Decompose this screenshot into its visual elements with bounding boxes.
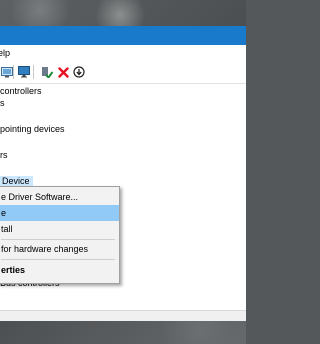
uninstall-icon[interactable] (56, 65, 70, 79)
toolbar-separator (33, 65, 34, 79)
menu-item-label: for hardware changes (1, 244, 89, 254)
menu-item-disable[interactable]: e (0, 205, 119, 221)
title-bar[interactable] (0, 26, 246, 45)
menu-item-scan-hardware[interactable]: for hardware changes (0, 241, 119, 257)
monitor-icon[interactable] (17, 65, 31, 79)
menu-help[interactable]: elp (0, 48, 10, 58)
menu-separator (1, 259, 115, 260)
tree-item[interactable]: rs (0, 148, 8, 162)
toolbar (0, 62, 246, 84)
update-driver-icon[interactable] (72, 65, 86, 79)
tree-item[interactable]: controllers (0, 84, 42, 98)
computer-icon[interactable] (0, 65, 14, 79)
menu-item-label: tall (1, 224, 13, 234)
menu-separator (1, 239, 115, 240)
tree-item[interactable]: s (0, 96, 5, 110)
toolbar-separator (13, 65, 14, 79)
menu-item-label: erties (1, 265, 26, 275)
menu-item-label: e Driver Software... (1, 192, 79, 202)
menu-item-update-driver[interactable]: e Driver Software... (0, 189, 119, 205)
menu-item-properties[interactable]: erties (0, 262, 119, 278)
context-menu: e Driver Software... e tall for hardware… (0, 186, 120, 284)
tree-item[interactable]: pointing devices (0, 122, 65, 136)
selected-device-label: Device (0, 176, 33, 186)
enable-device-icon[interactable] (40, 65, 54, 79)
menu-item-uninstall[interactable]: tall (0, 221, 119, 237)
status-bar (0, 310, 246, 321)
menu-item-label: e (1, 208, 7, 218)
menu-bar: elp (0, 45, 246, 62)
